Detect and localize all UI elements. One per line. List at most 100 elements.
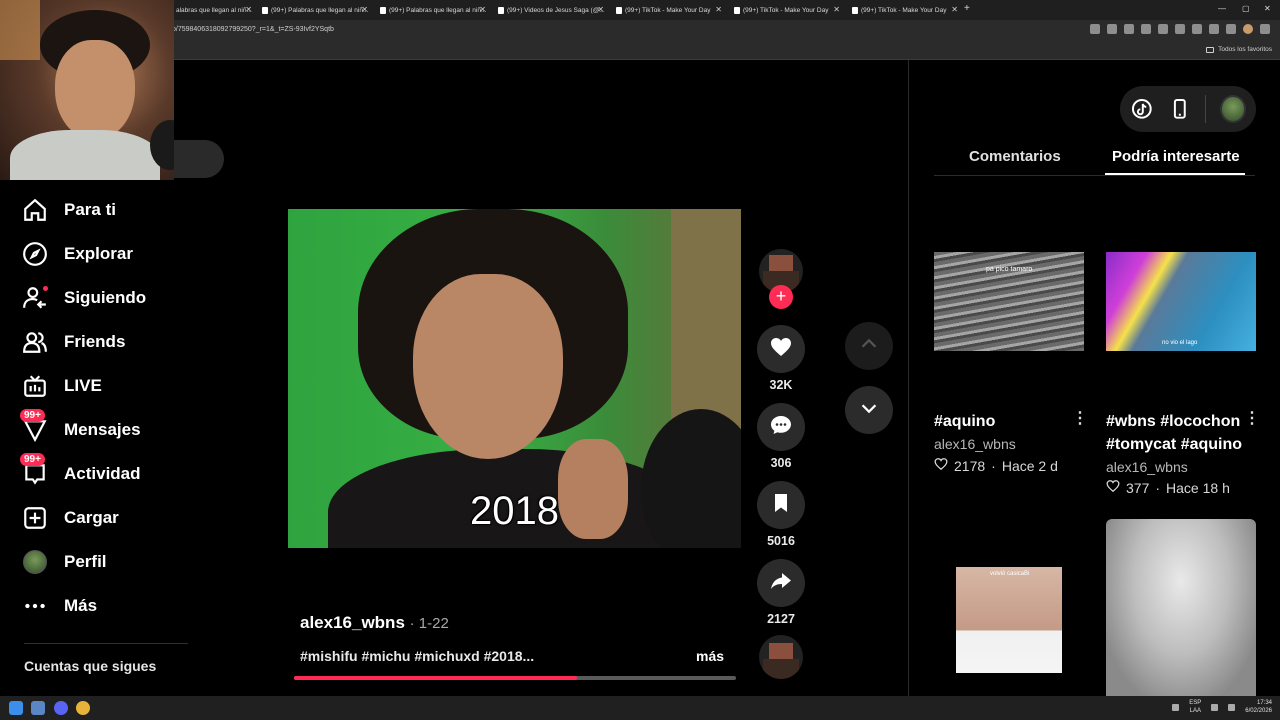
translate-icon[interactable] [1090, 24, 1100, 34]
browser-tab[interactable]: alabras que llegan al niñ... ✕ [172, 3, 254, 18]
close-icon[interactable]: ✕ [245, 5, 252, 14]
sidebar-item-friends[interactable]: Friends [22, 327, 125, 357]
close-icon[interactable]: ✕ [951, 5, 958, 14]
card-stats: 2178 · Hace 2 d [934, 457, 1058, 474]
language-indicator[interactable]: ESP LAA [1189, 699, 1201, 715]
friends-icon [22, 329, 48, 355]
all-bookmarks[interactable]: Todos los favoritos [1206, 46, 1272, 53]
browser-tab[interactable]: (99+) TikTok - Make Your Day ✕ [848, 3, 960, 18]
share-button[interactable] [757, 559, 805, 607]
sidebar-item-explorar[interactable]: Explorar [22, 239, 133, 269]
author-name[interactable]: alex16_wbns [300, 613, 405, 632]
star-icon[interactable] [1141, 24, 1151, 34]
discord-icon[interactable] [54, 701, 68, 715]
url-field[interactable]: o/7598406318092799250?_r=1&_t=ZS-93Ivf2Y… [172, 26, 334, 33]
tab-title: (99+) TikTok - Make Your Day [743, 7, 829, 14]
chrome-icon[interactable] [76, 701, 90, 715]
tab-comments[interactable]: Comentarios [969, 148, 1061, 165]
tab-you-may-like[interactable]: Podría interesarte [1112, 148, 1240, 165]
browser-tab[interactable]: (99+) Palabras que llegan al niñ... ✕ [376, 3, 488, 18]
sidebar-item-mas[interactable]: Más [22, 591, 97, 621]
browser-toolbar [1090, 24, 1280, 34]
browser-tab[interactable]: (99+) Videos de Jesus Saga (@... ✕ [494, 3, 606, 18]
sidebar-item-live[interactable]: LIVE [22, 371, 102, 401]
close-icon[interactable]: ✕ [597, 5, 604, 14]
streamer-shirt [10, 130, 160, 180]
clock[interactable]: 17:34 6/02/2026 [1245, 699, 1272, 715]
folder-icon [1206, 46, 1215, 53]
video-thumbnail[interactable]: pa pico tamaro [934, 252, 1084, 351]
mobile-app-icon[interactable] [1168, 96, 1192, 122]
card-author[interactable]: alex16_wbns [1106, 459, 1188, 475]
windows-start-icon[interactable] [9, 701, 23, 715]
network-icon[interactable] [1211, 703, 1219, 711]
home-icon [22, 197, 48, 223]
sound-avatar[interactable] [759, 635, 803, 679]
video-player[interactable]: 2018 [288, 209, 741, 548]
sidebar-item-para-ti[interactable]: Para ti [22, 195, 116, 225]
browser-tab[interactable]: (99+) Palabras que llegan al niñ... ✕ [258, 3, 370, 18]
menu-icon[interactable] [1260, 24, 1270, 34]
close-window-icon[interactable]: ✕ [1264, 4, 1271, 13]
card-author[interactable]: alex16_wbns [934, 436, 1016, 452]
clock-time: 17:34 [1256, 700, 1272, 706]
extension-icon[interactable] [1175, 24, 1185, 34]
comment-button[interactable] [757, 403, 805, 451]
more-button[interactable]: más [696, 648, 724, 664]
sidepanel-icon[interactable] [1226, 24, 1236, 34]
sidebar-item-actividad[interactable]: 99+ Actividad [20, 453, 141, 489]
tiktok-icon [616, 7, 622, 14]
top-actions-pill [1120, 86, 1256, 132]
taskbar: ESP LAA 17:34 6/02/2026 [0, 696, 1280, 720]
new-tab-button[interactable]: + [960, 1, 972, 16]
zoom-icon[interactable] [1107, 24, 1117, 34]
download-icon[interactable] [1209, 24, 1219, 34]
separator: · [1155, 479, 1161, 496]
avatar-pixel [769, 643, 793, 659]
video-thumbnail[interactable] [1106, 519, 1256, 696]
puzzle-icon[interactable] [1192, 24, 1202, 34]
tab-title: (99+) TikTok - Make Your Day [861, 7, 947, 14]
video-thumbnail[interactable]: no vio el lago [1106, 252, 1256, 351]
save-button[interactable] [757, 481, 805, 529]
close-icon[interactable]: ✕ [715, 5, 722, 14]
sidebar-item-label: Mensajes [64, 420, 141, 439]
sidebar-item-mensajes[interactable]: 99+ Mensajes [20, 409, 141, 445]
close-icon[interactable]: ✕ [479, 5, 486, 14]
card-title-line: #tomycat #aquino [1106, 436, 1243, 453]
browser-tab[interactable]: (99+) TikTok - Make Your Day ✕ [612, 3, 724, 18]
sidebar-item-label: Explorar [64, 244, 133, 263]
cast-icon[interactable] [1124, 24, 1134, 34]
extension-icon[interactable] [1158, 24, 1168, 34]
steam-icon[interactable] [31, 701, 45, 715]
notification-dot [43, 286, 48, 291]
sidebar-item-siguiendo[interactable]: Siguiendo [22, 283, 146, 313]
video-progress-bar[interactable] [294, 676, 736, 680]
sidebar-item-cargar[interactable]: Cargar [22, 503, 119, 533]
progress-fill [294, 676, 577, 680]
maximize-icon[interactable]: ▢ [1242, 4, 1250, 13]
tray-icon[interactable] [1172, 703, 1180, 711]
video-person-face [413, 274, 563, 459]
like-button[interactable] [757, 325, 805, 373]
card-title[interactable]: #wbns #locochon #tomycat #aquino [1106, 410, 1242, 456]
video-thumbnail[interactable]: volvió casicaBi [956, 567, 1062, 673]
close-icon[interactable]: ✕ [833, 5, 840, 14]
next-video-button[interactable] [845, 386, 893, 434]
previous-video-button[interactable] [845, 322, 893, 370]
sidebar-item-perfil[interactable]: Perfil [22, 547, 107, 577]
close-icon[interactable]: ✕ [361, 5, 368, 14]
tiktok-coin-icon[interactable] [1130, 96, 1154, 122]
kebab-menu-icon[interactable]: ⋮ [1072, 408, 1088, 428]
profile-avatar[interactable] [1220, 95, 1246, 123]
account-avatar[interactable] [1243, 24, 1253, 34]
kebab-menu-icon[interactable]: ⋮ [1244, 408, 1260, 428]
notification-badge: 99+ [20, 453, 45, 466]
minimize-icon[interactable]: — [1218, 4, 1226, 13]
browser-tab[interactable]: (99+) TikTok - Make Your Day ✕ [730, 3, 842, 18]
follow-button[interactable]: + [769, 285, 793, 309]
sidebar-item-label: Actividad [64, 464, 141, 483]
volume-icon[interactable] [1228, 703, 1236, 711]
divider [1205, 95, 1207, 123]
card-title[interactable]: #aquino [934, 410, 995, 433]
